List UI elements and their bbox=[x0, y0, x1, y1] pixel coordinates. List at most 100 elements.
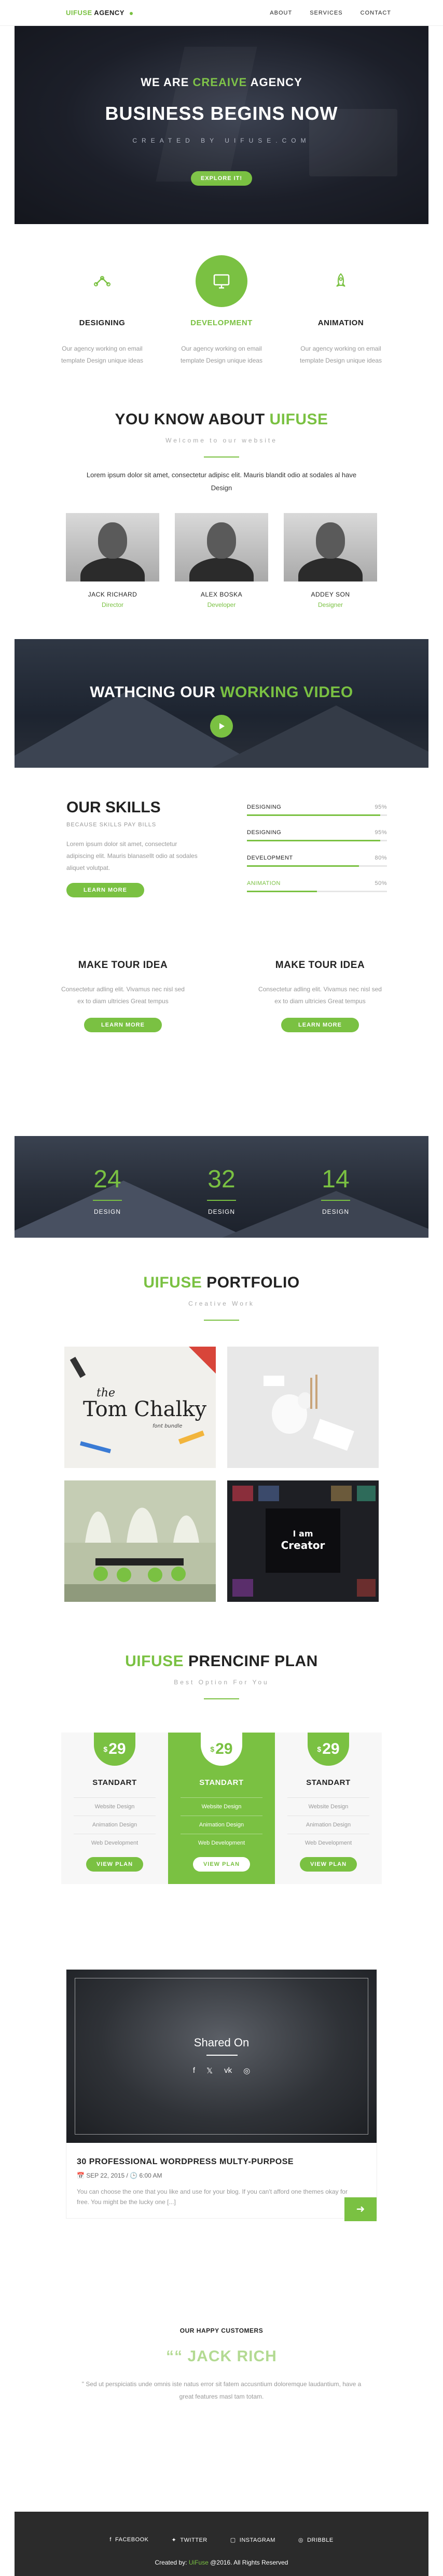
blog-time: 6:00 AM bbox=[139, 2172, 162, 2179]
view-plan-button[interactable]: VIEW PLAN bbox=[86, 1857, 143, 1872]
brand-rest: AGENCY bbox=[92, 9, 124, 17]
about-subtitle: Welcome to our website bbox=[165, 437, 278, 444]
skill-label: DESIGNING bbox=[247, 804, 282, 810]
view-plan-button[interactable]: VIEW PLAN bbox=[300, 1857, 357, 1872]
learn-more-button[interactable]: LEARN MORE bbox=[84, 1017, 162, 1032]
blog-image: Shared On f 𝕏 vk ◎ bbox=[66, 1970, 377, 2143]
share-icons: f 𝕏 vk ◎ bbox=[66, 2066, 377, 2075]
pricing-title: UIFUSE PRENCINF PLAN bbox=[125, 1653, 318, 1670]
counter: 14 DESIGN bbox=[307, 1136, 364, 1238]
dribbble-icon[interactable]: ◎ bbox=[243, 2066, 250, 2075]
gear-icon bbox=[76, 255, 128, 307]
blog-card: Shared On f 𝕏 vk ◎ 30 PROFESSIONAL WORDP… bbox=[66, 1969, 377, 2221]
tour-item: MAKE TOUR IDEA Consectetur adling elit. … bbox=[255, 960, 385, 1136]
skill-fill bbox=[247, 840, 380, 841]
view-plan-button[interactable]: VIEW PLAN bbox=[193, 1857, 250, 1872]
mountain-decoration bbox=[212, 705, 428, 768]
team-member[interactable]: ALEX BOSKA Developer bbox=[175, 513, 268, 608]
blog-title[interactable]: 30 PROFESSIONAL WORDPRESS MULTY-PURPOSE bbox=[77, 2157, 366, 2167]
rocket-icon bbox=[315, 255, 367, 307]
portfolio-grid: the Tom Chalky font bundle I am Creator bbox=[0, 1347, 443, 1602]
member-role: Director bbox=[101, 601, 123, 609]
avatar bbox=[175, 513, 268, 582]
hero-bg-decoration bbox=[309, 109, 397, 176]
portfolio-item[interactable]: the Tom Chalky font bundle bbox=[64, 1347, 216, 1468]
footer-dribbble-link[interactable]: ◎ DRIBBLE bbox=[298, 2537, 334, 2543]
shared-on-label: Shared On bbox=[193, 2036, 250, 2049]
read-more-button[interactable]: ➜ bbox=[344, 2197, 377, 2221]
plan-features: Website Design Animation Design Web Deve… bbox=[168, 1797, 275, 1852]
portfolio-item[interactable] bbox=[64, 1480, 216, 1602]
counter-label: DESIGN bbox=[207, 1208, 235, 1215]
divider bbox=[204, 1320, 239, 1321]
plan-features: Website Design Animation Design Web Deve… bbox=[275, 1797, 382, 1852]
vk-icon[interactable]: vk bbox=[224, 2066, 232, 2075]
calendar-icon: 📅 bbox=[77, 2172, 85, 2179]
testimonial-name: ““ JACK RICH bbox=[166, 2348, 277, 2365]
tour-section: MAKE TOUR IDEA Consectetur adling elit. … bbox=[0, 960, 443, 1136]
plan-feature: Website Design bbox=[287, 1797, 369, 1816]
divider bbox=[204, 1698, 239, 1699]
nav-menu: ABOUT SERVICES CONTACT bbox=[270, 10, 391, 16]
copyright-brand-link[interactable]: UiFuse bbox=[189, 2559, 209, 2566]
play-icon bbox=[219, 723, 225, 729]
team-member[interactable]: ADDEY SON Designer bbox=[284, 513, 377, 608]
skill-label: ANIMATION bbox=[247, 880, 281, 887]
dribbble-icon: ◎ bbox=[298, 2537, 303, 2543]
brand-logo[interactable]: UIFUSE AGENCY bbox=[66, 9, 133, 17]
blog-body: 30 PROFESSIONAL WORDPRESS MULTY-PURPOSE … bbox=[66, 2143, 377, 2221]
about-title: YOU KNOW ABOUT UIFUSE bbox=[115, 411, 328, 428]
nav-item-contact[interactable]: CONTACT bbox=[361, 10, 391, 16]
portfolio-item[interactable]: I am Creator bbox=[227, 1480, 379, 1602]
plan-name: STANDART bbox=[199, 1778, 244, 1787]
plan-feature: Animation Design bbox=[287, 1816, 369, 1834]
brand-accent: UIFUSE bbox=[66, 9, 92, 17]
footer-instagram-link[interactable]: ▢ INSTAGRAM bbox=[230, 2537, 275, 2543]
feature-title: DESIGNING bbox=[79, 318, 126, 327]
copyright: Created by: UiFuse @2016. All Rights Res… bbox=[155, 2559, 288, 2566]
plan-feature: Web Development bbox=[181, 1834, 262, 1852]
plan-name: STANDART bbox=[92, 1778, 137, 1787]
skill-track bbox=[247, 814, 387, 816]
member-name: ADDEY SON bbox=[311, 591, 350, 599]
learn-more-button[interactable]: LEARN MORE bbox=[66, 883, 144, 898]
member-name: JACK RICHARD bbox=[88, 591, 137, 599]
price-badge: $29 bbox=[201, 1733, 242, 1766]
avatar bbox=[66, 513, 159, 582]
plan-feature: Website Design bbox=[181, 1797, 262, 1816]
portfolio-section: UIFUSE PORTFOLIO Creative Work the Tom C… bbox=[0, 1238, 443, 1653]
quote-icon: ““ bbox=[166, 2348, 188, 2365]
instagram-icon: ▢ bbox=[230, 2537, 236, 2543]
counter-number: 24 bbox=[93, 1166, 121, 1193]
tour-text: Consectetur adling elit. Vivamus nec nis… bbox=[258, 986, 382, 1005]
counter-label: DESIGN bbox=[322, 1208, 349, 1215]
portfolio-item[interactable] bbox=[227, 1347, 379, 1468]
learn-more-button[interactable]: LEARN MORE bbox=[281, 1017, 359, 1032]
twitter-icon[interactable]: 𝕏 bbox=[206, 2066, 213, 2075]
avatar bbox=[284, 513, 377, 582]
footer-facebook-link[interactable]: f FACEBOOK bbox=[109, 2537, 148, 2543]
nav-item-services[interactable]: SERVICES bbox=[310, 10, 342, 16]
skill-bar: DEVELOPMENT 80% bbox=[247, 855, 387, 867]
video-title: WATHCING OUR WORKING VIDEO bbox=[90, 684, 353, 701]
pricing-plan-featured: $29 STANDART Website Design Animation De… bbox=[168, 1733, 275, 1884]
nav-item-about[interactable]: ABOUT bbox=[270, 10, 292, 16]
counter-label: DESIGN bbox=[93, 1208, 121, 1215]
clock-icon: 🕒 bbox=[130, 2172, 138, 2179]
tour-title: MAKE TOUR IDEA bbox=[275, 960, 365, 971]
skill-fill bbox=[247, 814, 380, 816]
team-member[interactable]: JACK RICHARD Director bbox=[66, 513, 159, 608]
play-button[interactable] bbox=[210, 715, 233, 738]
feature-title: DEVELOPMENT bbox=[190, 318, 253, 327]
brand-dot-icon bbox=[129, 11, 133, 15]
footer-twitter-link[interactable]: ✦ TWITTER bbox=[172, 2537, 207, 2543]
feature-development: DEVELOPMENT Our agency working on email … bbox=[177, 255, 266, 395]
member-role: Designer bbox=[317, 601, 343, 609]
plan-feature: Website Design bbox=[74, 1797, 156, 1816]
skill-track bbox=[247, 840, 387, 841]
pricing-section: UIFUSE PRENCINF PLAN Best Option For You… bbox=[0, 1653, 443, 1969]
price-badge: $29 bbox=[94, 1733, 135, 1766]
feature-text: Our agency working on email template Des… bbox=[61, 345, 144, 364]
facebook-icon[interactable]: f bbox=[193, 2066, 195, 2075]
portfolio-art-text: font bundle bbox=[153, 1423, 182, 1429]
